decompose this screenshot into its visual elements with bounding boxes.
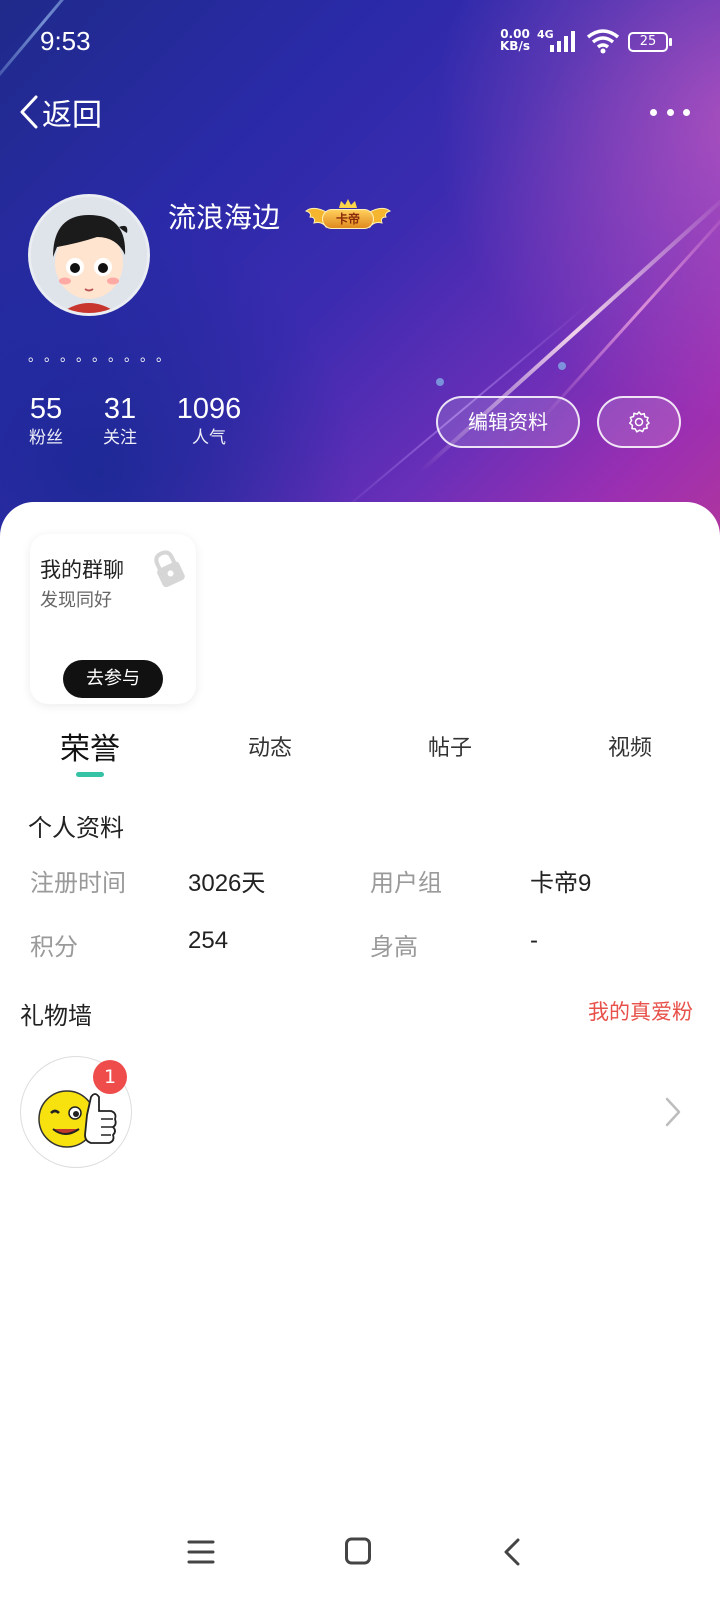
- status-bar: 9:53 0.00 KB/s 4G 25: [0, 22, 720, 62]
- settings-button[interactable]: [597, 396, 681, 448]
- group-chat-subtitle: 发现同好: [40, 590, 112, 611]
- avatar[interactable]: [28, 194, 150, 316]
- info-label-register-time: 注册时间: [30, 869, 126, 897]
- stat-popularity-value: 1096: [176, 393, 242, 425]
- username: 流浪海边: [168, 201, 281, 234]
- chevron-right-icon[interactable]: [664, 1096, 682, 1128]
- back-button[interactable]: 返回: [18, 90, 102, 134]
- back-triangle-icon[interactable]: [500, 1536, 524, 1568]
- profile-tabs: 荣誉 动态 帖子 视频: [0, 722, 720, 782]
- battery-indicator: 25: [628, 32, 672, 52]
- chevron-left-icon: [20, 95, 38, 129]
- vip-badge-label: 卡帝: [322, 209, 374, 229]
- edit-profile-button[interactable]: 编辑资料: [436, 396, 580, 448]
- home-square-icon[interactable]: [344, 1536, 372, 1566]
- lock-icon: [154, 550, 185, 588]
- crown-icon: [339, 199, 357, 208]
- stat-following-label: 关注: [103, 428, 137, 448]
- stat-popularity-label: 人气: [192, 428, 226, 448]
- stat-following[interactable]: 31 关注: [100, 392, 140, 450]
- tab-posts[interactable]: 帖子: [390, 730, 510, 762]
- stat-fans[interactable]: 55 粉丝: [26, 392, 66, 450]
- stat-popularity[interactable]: 1096 人气: [174, 392, 244, 450]
- group-chat-card[interactable]: 我的群聊 发现同好 去参与: [30, 534, 196, 704]
- info-label-user-group: 用户组: [370, 869, 442, 897]
- network-speed: 0.00 KB/s: [500, 27, 530, 53]
- group-chat-title: 我的群聊: [40, 558, 124, 582]
- join-group-button[interactable]: 去参与: [63, 660, 163, 698]
- vip-badge: 卡帝: [304, 199, 392, 231]
- info-value-points: 254: [188, 927, 229, 954]
- gear-icon: [629, 411, 650, 433]
- personal-info-title: 个人资料: [28, 814, 124, 842]
- true-fans-link[interactable]: 我的真爱粉: [588, 996, 693, 1026]
- stat-following-value: 31: [103, 393, 137, 425]
- info-label-points: 积分: [30, 933, 78, 961]
- tab-videos[interactable]: 视频: [570, 730, 690, 762]
- tab-honor[interactable]: 荣誉: [30, 724, 150, 768]
- info-value-register-time: 3026天: [188, 870, 266, 897]
- info-value-user-group: 卡帝9: [530, 870, 592, 897]
- stat-fans-label: 粉丝: [29, 428, 63, 448]
- back-label: 返回: [42, 98, 102, 133]
- wifi-icon: [586, 29, 620, 54]
- info-label-height: 身高: [370, 933, 418, 961]
- signature: 。。。。。。。。。: [28, 349, 179, 365]
- tab-activity[interactable]: 动态: [210, 730, 330, 762]
- avatar-cartoon-icon: [31, 197, 147, 313]
- info-value-height: -: [530, 927, 538, 954]
- system-navigation-bar: [0, 1530, 720, 1580]
- menu-icon[interactable]: [186, 1538, 216, 1566]
- gift-wall-title: 礼物墙: [20, 1002, 92, 1030]
- more-options-icon[interactable]: [650, 100, 690, 124]
- stat-fans-value: 55: [29, 393, 63, 425]
- status-time: 9:53: [40, 26, 91, 56]
- signal-icon: [550, 31, 575, 52]
- tab-active-indicator: [76, 772, 104, 777]
- gift-count-badge: 1: [93, 1060, 127, 1094]
